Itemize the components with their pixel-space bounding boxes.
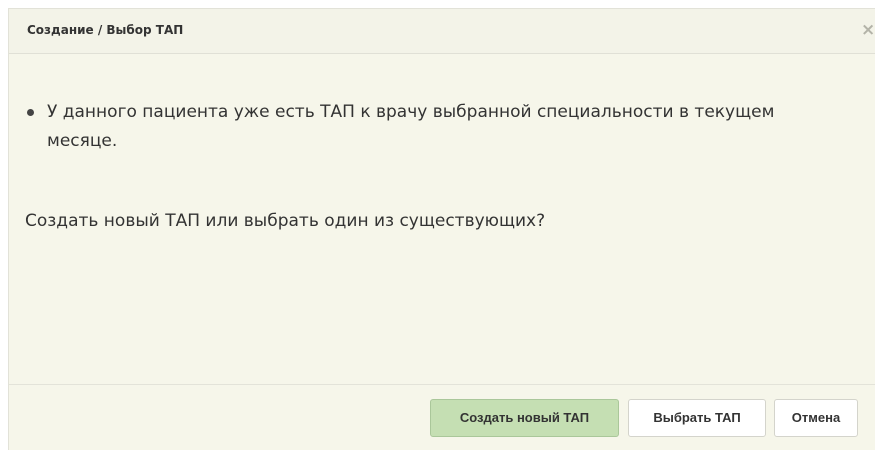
dialog-body: У данного пациента уже есть ТАП к врачу … xyxy=(9,55,875,383)
message-text: У данного пациента уже есть ТАП к врачу … xyxy=(47,102,775,151)
dialog-titlebar: Создание / Выбор ТАП × xyxy=(9,9,875,54)
create-new-tap-button[interactable]: Создать новый ТАП xyxy=(430,399,619,437)
message-item: У данного пациента уже есть ТАП к врачу … xyxy=(23,98,843,156)
select-tap-button[interactable]: Выбрать ТАП xyxy=(628,399,766,437)
close-icon[interactable]: × xyxy=(861,20,875,40)
cancel-button[interactable]: Отмена xyxy=(774,399,858,437)
dialog-title: Создание / Выбор ТАП xyxy=(27,23,184,37)
create-select-tap-dialog: Создание / Выбор ТАП × У данного пациент… xyxy=(8,8,875,450)
bullet-icon xyxy=(27,109,34,116)
message-list: У данного пациента уже есть ТАП к врачу … xyxy=(23,98,843,156)
dialog-question: Создать новый ТАП или выбрать один из су… xyxy=(25,211,546,231)
dialog-footer: Создать новый ТАП Выбрать ТАП Отмена xyxy=(9,384,875,451)
